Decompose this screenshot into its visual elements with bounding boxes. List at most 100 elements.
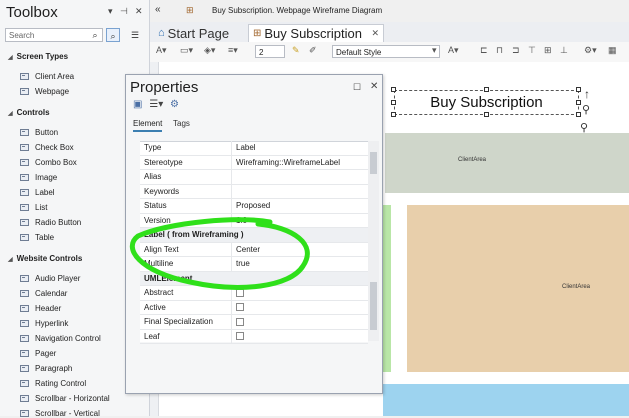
resize-handle[interactable] xyxy=(576,112,581,117)
collapse-icon[interactable]: « xyxy=(155,4,161,15)
resize-handle[interactable] xyxy=(576,100,581,105)
property-row[interactable]: Stereotype Wireframing::WireframeLabel xyxy=(140,155,368,170)
toolbox-item[interactable]: Check Box xyxy=(20,143,74,152)
list-icon[interactable]: ☰▾ xyxy=(149,99,163,110)
toolbox-item[interactable]: Webpage xyxy=(20,87,69,96)
line-color-icon[interactable]: ▭▾ xyxy=(180,45,193,56)
resize-handle[interactable] xyxy=(576,87,581,92)
toolbox-item[interactable]: Rating Control xyxy=(20,379,86,388)
property-section-header[interactable]: Label ( from Wireframing ) xyxy=(140,228,368,243)
property-row[interactable]: Version 1.0 xyxy=(140,213,368,228)
pin-icon[interactable]: ⊣ xyxy=(120,6,128,17)
fill-color-icon[interactable]: ◈▾ xyxy=(204,45,215,56)
eyedropper-icon[interactable]: ✐ xyxy=(309,45,317,56)
align-bottom-icon[interactable]: ⊥ xyxy=(560,45,568,56)
property-row[interactable]: Alias xyxy=(140,170,368,185)
resize-handle[interactable] xyxy=(484,87,489,92)
property-row[interactable]: Leaf xyxy=(140,329,368,344)
toolbox-item[interactable]: Combo Box xyxy=(20,158,77,167)
align-center-icon[interactable]: ⊓ xyxy=(496,45,503,56)
toolbox-item[interactable]: Image xyxy=(20,173,57,182)
toolbox-item[interactable]: Paragraph xyxy=(20,364,72,373)
resize-handle[interactable] xyxy=(484,112,489,117)
toolbox-item[interactable]: Hyperlink xyxy=(20,319,68,328)
align-right-icon[interactable]: ⊐ xyxy=(512,45,520,56)
tab-element[interactable]: Element xyxy=(133,119,163,132)
toolbox-item[interactable]: List xyxy=(20,203,47,212)
toolbox-item[interactable]: Scrollbar - Vertical xyxy=(20,409,100,418)
toolbox-item[interactable]: Label xyxy=(20,188,55,197)
close-icon[interactable]: ✕ xyxy=(135,6,143,17)
align-left-icon[interactable]: ⊏ xyxy=(480,45,488,56)
property-row[interactable]: Abstract xyxy=(140,286,368,301)
line-width-select[interactable]: 2 xyxy=(255,45,285,58)
client-area-right[interactable] xyxy=(407,205,629,372)
toolbox-item[interactable]: Header xyxy=(20,304,61,313)
scrollbar-thumb[interactable] xyxy=(370,282,377,330)
layout-icon[interactable]: ⚙▾ xyxy=(584,45,597,56)
line-width-icon[interactable]: ≡▾ xyxy=(228,45,238,56)
property-row[interactable]: Status Proposed xyxy=(140,199,368,214)
resize-handle[interactable] xyxy=(391,112,396,117)
property-row[interactable]: Multiline true xyxy=(140,257,368,272)
toolbox-item[interactable]: Radio Button xyxy=(20,218,81,227)
find-icon[interactable]: ⌕ xyxy=(106,28,120,42)
tab-tags[interactable]: Tags xyxy=(173,119,190,128)
property-row[interactable]: Final Specialization xyxy=(140,315,368,330)
link-icon[interactable]: ⚲ xyxy=(582,103,590,116)
final-specialization-checkbox[interactable] xyxy=(236,317,244,326)
toolbox-item[interactable]: Table xyxy=(20,233,54,242)
resize-handle[interactable] xyxy=(391,100,396,105)
toolbox-item[interactable]: Calendar xyxy=(20,289,67,298)
close-icon[interactable]: ✕ xyxy=(370,81,378,92)
arrow-up-icon[interactable]: ↑ xyxy=(584,87,590,101)
toolbox-section-header[interactable]: ◢ Website Controls xyxy=(8,254,82,263)
menu-icon[interactable]: ☰ xyxy=(128,28,142,42)
settings-icon[interactable]: ⚙ xyxy=(170,99,179,110)
save-icon[interactable]: ▣ xyxy=(133,99,142,110)
style-select[interactable]: Default Style xyxy=(332,45,440,58)
property-row[interactable]: Type Label xyxy=(140,141,368,156)
toolbox-item[interactable]: Audio Player xyxy=(20,274,80,283)
property-section-header[interactable]: UMLElement xyxy=(140,271,368,286)
align-middle-icon[interactable]: ⊞ xyxy=(544,45,552,56)
search-icon[interactable]: ⌕ xyxy=(88,28,102,42)
toolbox-section-header[interactable]: ◢ Screen Types xyxy=(8,52,68,61)
toolbox-item[interactable]: Client Area xyxy=(20,72,74,81)
toolbox-item[interactable]: Scrollbar - Horizontal xyxy=(20,394,110,403)
toolbox-item[interactable]: Button xyxy=(20,128,58,137)
resize-handle[interactable] xyxy=(391,87,396,92)
collapse-triangle-icon[interactable]: ◢ xyxy=(8,111,13,117)
toolbox-item[interactable]: Navigation Control xyxy=(20,334,101,343)
format-painter-icon[interactable]: ✎ xyxy=(292,45,300,56)
client-area-top[interactable] xyxy=(385,133,629,193)
close-icon[interactable]: ✕ xyxy=(371,28,379,39)
grid-icon[interactable]: ▦ xyxy=(608,45,617,56)
property-row[interactable]: Active xyxy=(140,300,368,315)
toolbox-section-header[interactable]: ◢ Controls xyxy=(8,108,50,117)
font-icon[interactable]: A▾ xyxy=(448,45,459,56)
toolbox-item-label: Hyperlink xyxy=(35,319,69,328)
align-top-icon[interactable]: ⊤ xyxy=(528,45,536,56)
property-row[interactable]: Align Text Center xyxy=(140,242,368,257)
element-icon xyxy=(20,275,29,282)
client-area-left[interactable] xyxy=(383,205,391,372)
property-row[interactable]: Keywords xyxy=(140,184,368,199)
dropdown-icon[interactable]: ▾ xyxy=(108,6,113,17)
scrollbar-thumb[interactable] xyxy=(370,152,377,174)
chevron-down-icon[interactable]: ▾ xyxy=(432,45,437,56)
maximize-icon[interactable]: ☐ xyxy=(353,82,361,93)
active-checkbox[interactable] xyxy=(236,303,244,312)
zoom-icon[interactable]: ⚲ xyxy=(580,121,588,134)
tab-start-page[interactable]: ⌂ Start Page xyxy=(154,24,248,42)
breadcrumb: Buy Subscription. Webpage Wireframe Diag… xyxy=(212,6,383,15)
collapse-triangle-icon[interactable]: ◢ xyxy=(8,55,13,61)
tab-buy-subscription[interactable]: ⊞ Buy Subscription ✕ xyxy=(248,24,384,42)
element-icon xyxy=(20,174,29,181)
client-area-bottom[interactable] xyxy=(383,384,629,416)
toolbox-item[interactable]: Pager xyxy=(20,349,56,358)
leaf-checkbox[interactable] xyxy=(236,332,244,341)
collapse-triangle-icon[interactable]: ◢ xyxy=(8,257,13,263)
abstract-checkbox[interactable] xyxy=(236,288,244,297)
font-color-icon[interactable]: A▾ xyxy=(156,45,167,56)
